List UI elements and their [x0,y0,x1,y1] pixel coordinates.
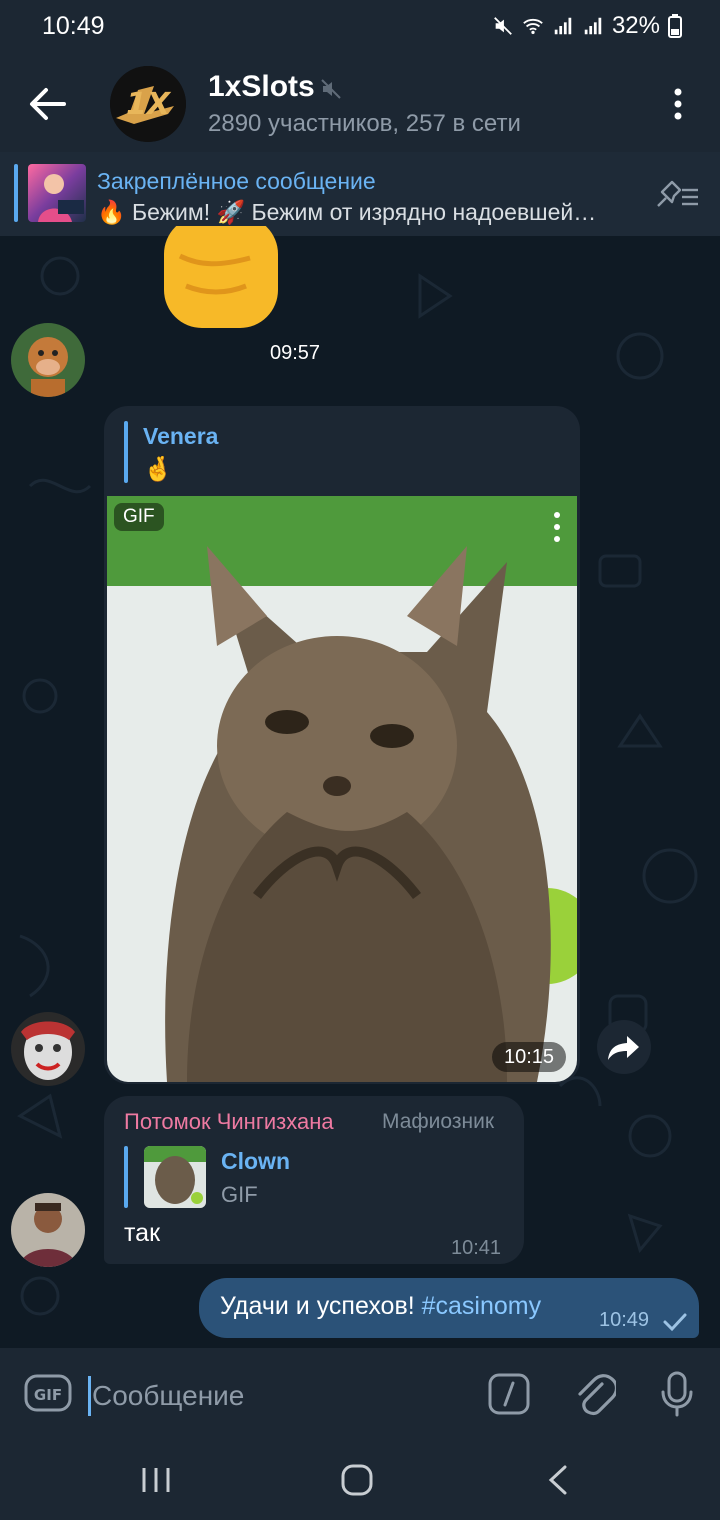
cat-gif-image [107,496,577,1082]
microphone-icon[interactable] [660,1370,694,1418]
forward-button[interactable] [597,1020,651,1074]
signal-icon [554,17,572,35]
text-cursor [88,1376,91,1416]
message-text: Удачи и успехов! #casinomy [220,1292,541,1321]
pin-list-icon[interactable] [654,180,700,210]
sender-rank: Мафиозник [382,1110,495,1133]
mute-icon [321,79,341,99]
pinned-title: Закреплённое сообщение [97,168,376,194]
wifi-icon [523,18,543,35]
battery-percent: 32% [611,12,660,39]
gif-button[interactable]: GIF [24,1373,72,1413]
more-vert-icon[interactable] [548,510,566,544]
pinned-thumbnail [28,164,86,222]
mute-status-icon [494,17,512,35]
gif-icon: GIF [24,1374,72,1412]
reply-indicator [124,1146,128,1208]
more-vert-icon[interactable] [668,86,688,122]
pinned-message-bar[interactable]: Закреплённое сообщение 🔥 Бежим! 🚀 Бежим … [0,152,720,236]
signal-2-icon [584,17,602,35]
status-time: 10:49 [42,12,105,40]
pinned-indicator [14,164,18,222]
channel-members: 2890 участников, 257 в сети [208,110,521,137]
message-text: так [124,1219,161,1247]
recents-icon[interactable] [140,1466,172,1494]
pinned-text: 🔥 Бежим! 🚀 Бежим от изрядно надоевшей… [97,199,597,225]
message-time: 09:57 [270,342,321,364]
reply-text: GIF [221,1182,258,1207]
paperclip-icon[interactable] [574,1370,616,1418]
gif-media[interactable] [107,496,577,1082]
brand-logo-icon: 1X [110,66,186,142]
battery-icon [668,14,682,38]
avatar[interactable] [11,1012,85,1086]
forward-icon [608,1036,639,1060]
channel-title[interactable]: 1xSlots [208,70,315,104]
sticker-emoji[interactable] [160,226,280,336]
avatar[interactable] [11,1193,85,1267]
reply-author[interactable]: Clown [221,1148,290,1175]
message-time: 10:41 [451,1237,502,1259]
reply-indicator [124,421,128,483]
back-arrow-icon[interactable] [28,86,68,122]
message-time: 10:15 [492,1042,566,1072]
check-icon [663,1313,687,1332]
channel-avatar[interactable]: 1X [110,66,186,142]
fist-emoji-icon [164,226,278,328]
status-icons: 32% [492,12,682,40]
chat-header: 1X 1xSlots 2890 участников, 257 в сети [0,56,720,152]
sender-name[interactable]: Потомок Чингизхана [124,1109,334,1135]
message-text-body: Удачи и успехов! [220,1292,422,1320]
message-input[interactable] [92,1376,462,1416]
svg-text:GIF: GIF [34,1386,62,1404]
hashtag-link[interactable]: #casinomy [422,1292,542,1320]
home-icon[interactable] [340,1464,374,1496]
message-time: 10:49 [599,1309,650,1331]
reply-author[interactable]: Venera [143,423,218,450]
nav-back-icon[interactable] [547,1465,569,1495]
gif-badge: GIF [114,503,164,531]
slash-command-icon[interactable] [488,1373,530,1415]
reply-thumbnail [144,1146,206,1208]
svg-text:1X: 1X [126,87,172,122]
reply-text: 🤞 [143,456,173,483]
avatar[interactable] [11,323,85,397]
